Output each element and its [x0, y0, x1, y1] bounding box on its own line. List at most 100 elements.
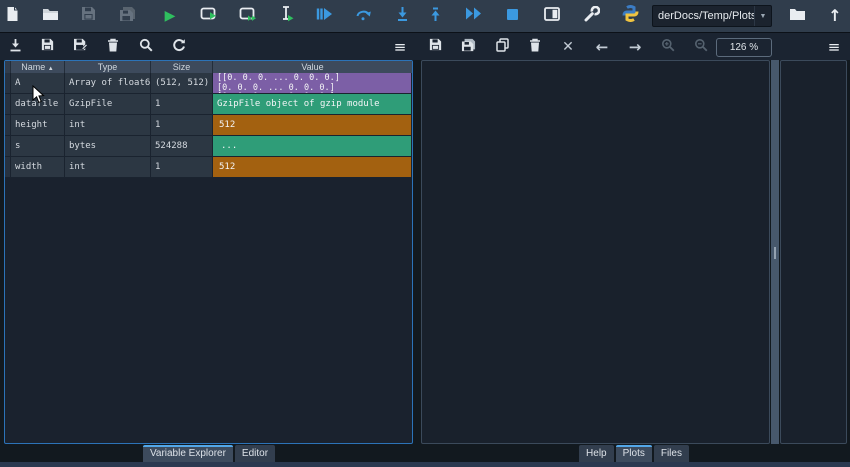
debug-file-button[interactable] [308, 0, 340, 32]
save-all-button[interactable] [111, 0, 143, 32]
stop-button[interactable] [496, 0, 528, 32]
splitter-grip-icon [774, 247, 776, 259]
save-plot-button[interactable] [422, 34, 448, 60]
remove-plot-button[interactable] [522, 34, 548, 60]
cell-size[interactable]: 524288 [151, 136, 213, 157]
copy-plot-button[interactable] [489, 34, 515, 60]
column-header-value[interactable]: Value [213, 61, 412, 73]
zoom-level-box[interactable]: 126 % [716, 38, 772, 57]
save-data-icon [41, 38, 54, 56]
tab-help[interactable]: Help [579, 445, 614, 462]
cell-type[interactable]: int [65, 115, 151, 136]
open-folder-icon [42, 7, 59, 26]
table-row[interactable]: width int 1 512 [5, 157, 412, 178]
step-over-icon [355, 6, 372, 26]
run-cell-icon [200, 6, 218, 27]
run-selection-button[interactable] [270, 0, 302, 32]
run-cell-button[interactable] [193, 0, 225, 32]
cell-name[interactable]: width [11, 157, 65, 178]
cell-value[interactable]: GzipFile object of gzip module [213, 94, 412, 115]
cell-type[interactable]: bytes [65, 136, 151, 157]
column-header-name[interactable]: Name ▲ [11, 61, 65, 73]
cell-name[interactable]: height [11, 115, 65, 136]
maximize-pane-button[interactable] [536, 0, 568, 32]
cell-name[interactable]: s [11, 136, 65, 157]
close-x-icon: ✕ [562, 40, 574, 54]
table-row[interactable]: datafile GzipFile 1 GzipFile object of g… [5, 94, 412, 115]
tab-files[interactable]: Files [654, 445, 689, 462]
cell-value[interactable]: ... [213, 136, 412, 157]
zoom-in-button[interactable] [655, 34, 681, 60]
stop-icon [507, 7, 518, 25]
refresh-variables-button[interactable] [166, 34, 192, 60]
sort-ascending-icon: ▲ [48, 66, 54, 72]
right-arrow-icon: → [629, 40, 642, 55]
step-into-button[interactable] [386, 0, 418, 32]
cell-size[interactable]: 1 [151, 94, 213, 115]
remove-variable-button[interactable] [100, 34, 126, 60]
parent-directory-button[interactable]: ↑ [819, 0, 850, 32]
zoom-out-button[interactable] [688, 34, 714, 60]
save-data-button[interactable] [34, 34, 60, 60]
remove-all-plots-button[interactable]: ✕ [555, 34, 581, 60]
up-arrow-icon: ↑ [828, 8, 841, 24]
column-header-type[interactable]: Type [65, 61, 151, 73]
table-row[interactable]: height int 1 512 [5, 115, 412, 136]
table-row[interactable]: s bytes 524288 ... [5, 136, 412, 157]
save-all-plots-button[interactable] [455, 34, 481, 60]
run-icon: ▶ [165, 9, 176, 23]
tab-editor[interactable]: Editor [235, 445, 275, 462]
working-directory-combobox[interactable]: derDocs/Temp/Plots ▼ [652, 5, 772, 27]
new-file-button[interactable] [0, 0, 28, 32]
cell-size[interactable]: 1 [151, 157, 213, 178]
tab-variable-explorer[interactable]: Variable Explorer [143, 445, 233, 462]
plots-thumbnail-panel [780, 60, 847, 444]
cell-type[interactable]: Array of float64 [65, 73, 151, 94]
cell-type[interactable]: int [65, 157, 151, 178]
import-data-button[interactable] [2, 34, 28, 60]
zoom-out-icon [694, 38, 708, 57]
left-arrow-icon: ← [596, 40, 609, 55]
python-env-button[interactable] [614, 0, 646, 32]
cell-size[interactable]: (512, 512) [151, 73, 213, 94]
variable-table: Name ▲ Type Size Value A Array of float6… [5, 61, 412, 178]
preferences-button[interactable] [576, 0, 608, 32]
save-plot-icon [429, 38, 442, 56]
chevron-down-icon[interactable]: ▼ [754, 6, 771, 26]
copy-icon [496, 38, 509, 57]
left-pane-options-button[interactable]: ≡ [387, 34, 413, 60]
table-row[interactable]: A Array of float64 (512, 512) [[0. 0. 0.… [5, 73, 412, 94]
tab-plots[interactable]: Plots [616, 445, 652, 462]
right-pane-options-button[interactable]: ≡ [821, 34, 847, 60]
previous-plot-button[interactable]: ← [589, 34, 615, 60]
import-data-icon [9, 38, 22, 57]
trash-icon [529, 38, 541, 57]
run-file-button[interactable]: ▶ [154, 0, 186, 32]
left-pane-tabbar: Variable Explorer Editor [4, 445, 414, 462]
cell-size[interactable]: 1 [151, 115, 213, 136]
step-into-icon [395, 6, 410, 27]
continue-execution-button[interactable] [457, 0, 489, 32]
cell-type[interactable]: GzipFile [65, 94, 151, 115]
cell-value[interactable]: 512 [213, 157, 412, 178]
mouse-cursor [32, 85, 46, 110]
search-variable-button[interactable] [133, 34, 159, 60]
open-file-button[interactable] [34, 0, 66, 32]
save-button[interactable] [72, 0, 104, 32]
python-logo-icon [622, 5, 639, 27]
cell-value[interactable]: 512 [213, 115, 412, 136]
column-header-size[interactable]: Size [151, 61, 213, 73]
save-data-as-icon [73, 38, 88, 56]
search-icon [139, 38, 153, 57]
step-return-button[interactable] [419, 0, 451, 32]
next-plot-button[interactable]: → [622, 34, 648, 60]
plots-splitter[interactable] [771, 60, 779, 444]
run-cell-advance-button[interactable] [232, 0, 264, 32]
new-file-icon [5, 6, 20, 27]
continue-icon [465, 7, 482, 25]
cell-value[interactable]: [[0. 0. 0. ... 0. 0. 0.] [0. 0. 0. ... 0… [213, 73, 412, 94]
run-current-line-button[interactable] [347, 0, 379, 32]
save-data-as-button[interactable] [67, 34, 93, 60]
browse-directory-button[interactable] [781, 0, 813, 32]
step-return-icon [428, 6, 443, 27]
